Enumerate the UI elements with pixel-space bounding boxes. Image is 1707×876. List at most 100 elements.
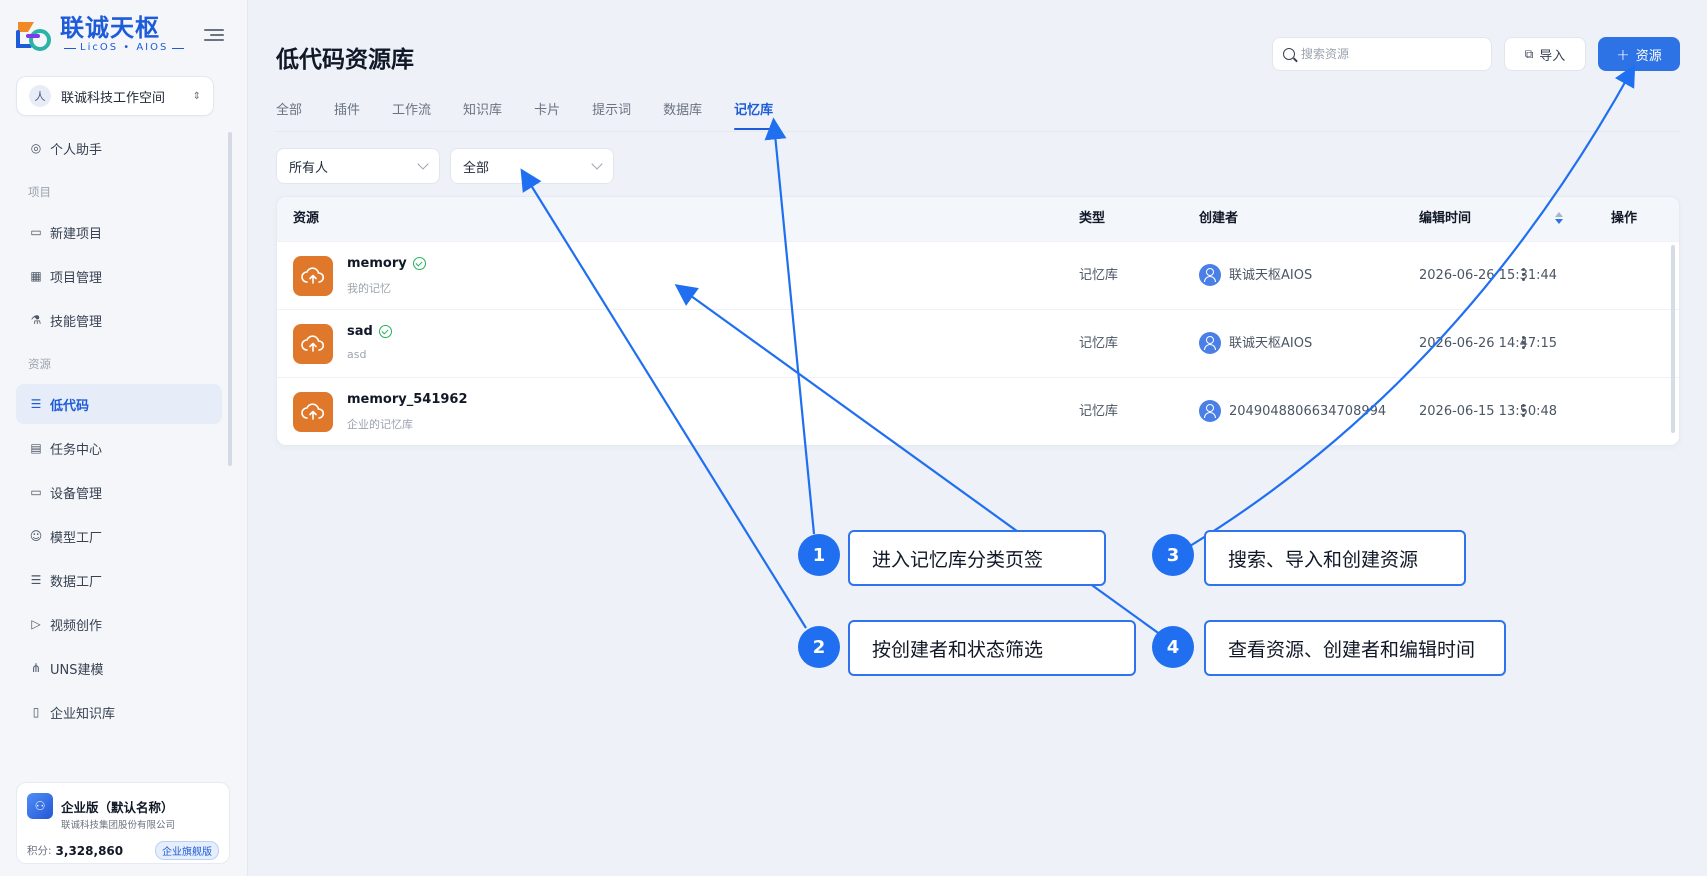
brand-logo[interactable]: 联诚天枢 LicOS • AIOS	[14, 14, 188, 54]
sidebar-item-label: 低代码	[50, 398, 90, 414]
points-value: 3,328,860	[55, 843, 124, 858]
resource-tabs: 全部 插件 工作流 知识库 卡片 提示词 数据库 记忆库	[276, 98, 805, 132]
sidebar-item[interactable]: ▯ 企业知识库	[16, 692, 222, 732]
sidebar-item[interactable]: ⚗ 技能管理	[16, 300, 222, 340]
page-title: 低代码资源库	[276, 47, 414, 73]
sidebar-item[interactable]: ◎ 个人助手	[16, 128, 222, 168]
resource-name-wrap[interactable]: memory_541962	[347, 392, 468, 407]
sidebar-item[interactable]: ☰ 低代码	[16, 384, 222, 424]
brand-mark-icon	[14, 14, 54, 54]
creator-cell: 联诚天枢AIOS	[1199, 242, 1312, 310]
sidebar-item[interactable]: ▭ 设备管理	[16, 472, 222, 512]
sidebar-item-label: 企业知识库	[50, 706, 116, 722]
table-scrollbar[interactable]	[1671, 245, 1675, 433]
grid-icon: ▦	[30, 269, 42, 283]
sort-icon[interactable]	[1555, 212, 1563, 226]
video-icon: ▷	[31, 617, 41, 631]
tab[interactable]: 卡片	[534, 98, 560, 132]
tab[interactable]: 数据库	[663, 98, 702, 132]
resource-desc: 企业的记忆库	[347, 418, 413, 431]
creator-cell: 2049048806634708994	[1199, 378, 1387, 445]
tab[interactable]: 知识库	[463, 98, 502, 132]
status-filter-select[interactable]: 全部	[450, 148, 614, 184]
sidebar-nav: ◎ 个人助手 项目 ▭ 新建项目 ▦ 项目管理 ⚗ 技能管理 资源 ☰ 低代码 ▤ 任务中心 ▭ 设备管理 ☺ 模…	[16, 128, 222, 736]
column-header-actions: 操作	[1611, 211, 1638, 226]
nav-section-label: 资源	[28, 357, 51, 371]
resource-desc: asd	[347, 348, 367, 361]
chevron-down-icon	[591, 158, 603, 170]
owner-filter-select[interactable]: 所有人	[276, 148, 440, 184]
sidebar-item-label: 技能管理	[50, 314, 103, 330]
column-header-edit-time[interactable]: 编辑时间	[1419, 197, 1471, 241]
annotation-badge-2: 2	[798, 626, 840, 668]
tab[interactable]: 记忆库	[734, 98, 774, 132]
annotation-badge-4: 4	[1152, 626, 1194, 668]
annotation-badge-1: 1	[798, 534, 840, 576]
plan-name: 企业版（默认名称）	[61, 799, 174, 815]
edit-time: 2026-06-15 13:50:48	[1419, 404, 1558, 419]
status-filter-value: 全部	[463, 160, 490, 176]
tabs-divider	[276, 131, 1680, 132]
annotation-badge-3: 3	[1152, 534, 1194, 576]
search-box[interactable]	[1272, 37, 1492, 71]
sidebar-item-label: 设备管理	[50, 486, 103, 502]
sidebar-item-label: 任务中心	[50, 442, 103, 458]
annotation-callout-3: 搜索、导入和创建资源	[1204, 530, 1466, 586]
sidebar-item[interactable]: ▷ 视频创作	[16, 604, 222, 644]
laptop-icon: ▭	[30, 485, 42, 499]
sidebar-item[interactable]: ▤ 任务中心	[16, 428, 222, 468]
tab[interactable]: 全部	[276, 98, 302, 132]
creator-name: 联诚天枢AIOS	[1229, 336, 1313, 351]
sidebar-item-label: 项目管理	[50, 270, 103, 286]
cloud-upload-icon	[293, 256, 333, 296]
table-row[interactable]: memory_541962 企业的记忆库 记忆库 204904880663470899…	[277, 377, 1679, 445]
brand-subtitle: LicOS • AIOS	[60, 42, 188, 54]
sidebar-item[interactable]: ▦ 项目管理	[16, 256, 222, 296]
import-button[interactable]: ⧉ 导入	[1504, 37, 1586, 71]
flask-icon: ⚗	[30, 313, 42, 327]
sidebar-scrollbar[interactable]	[228, 132, 232, 466]
more-vertical-icon[interactable]	[1522, 268, 1526, 284]
monitor-icon: ▭	[30, 225, 42, 239]
table-row[interactable]: memory 我的记忆 记忆库 联诚天枢AIOS 2026-06-26 15:31:44	[277, 241, 1679, 309]
plan-badge: 企业旗舰版	[155, 841, 219, 860]
collapse-sidebar-icon[interactable]	[204, 26, 224, 44]
workspace-name: 联诚科技工作空间	[61, 90, 166, 106]
column-header-creator: 创建者	[1199, 211, 1239, 226]
sidebar-item[interactable]: ▭ 新建项目	[16, 212, 222, 252]
search-input[interactable]	[1301, 47, 1471, 61]
creator-name: 2049048806634708994	[1229, 404, 1387, 419]
annotation-callout-4: 查看资源、创建者和编辑时间	[1204, 620, 1506, 676]
create-resource-button[interactable]: + 资源	[1598, 37, 1680, 71]
tab[interactable]: 插件	[334, 98, 360, 132]
points-label: 积分:	[27, 845, 52, 857]
sidebar-item-label: 数据工厂	[50, 574, 103, 590]
more-vertical-icon[interactable]	[1522, 336, 1526, 352]
more-vertical-icon[interactable]	[1522, 404, 1526, 420]
sidebar-item[interactable]: ⋔ UNS建模	[16, 648, 222, 688]
edit-time: 2026-06-26 14:47:15	[1419, 336, 1558, 351]
column-header-type: 类型	[1079, 211, 1106, 226]
resource-name-wrap[interactable]: memory	[347, 256, 426, 271]
cloud-upload-icon	[293, 324, 333, 364]
resource-name-wrap[interactable]: sad	[347, 324, 392, 339]
plan-card[interactable]: ⚇ 企业版（默认名称） 联诚科技集团股份有限公司 积分: 3,328,860 企…	[16, 782, 230, 864]
plan-org: 联诚科技集团股份有限公司	[61, 820, 176, 831]
tab[interactable]: 工作流	[392, 98, 431, 132]
sidebar-item[interactable]: ☺ 模型工厂	[16, 516, 222, 556]
sidebar: 联诚天枢 LicOS • AIOS 人 联诚科技工作空间 ⇕ ◎ 个人助手 项目 ▭ 新…	[0, 0, 248, 876]
sidebar-item-label: 模型工厂	[50, 530, 103, 546]
import-label: 导入	[1539, 48, 1566, 64]
workspace-switcher[interactable]: 人 联诚科技工作空间 ⇕	[16, 76, 214, 116]
creator-name: 联诚天枢AIOS	[1229, 268, 1313, 283]
workspace-avatar: 人	[29, 85, 51, 107]
resource-type: 记忆库	[1079, 336, 1119, 351]
sidebar-item[interactable]: ☰ 数据工厂	[16, 560, 222, 600]
search-icon	[1283, 48, 1295, 60]
table-row[interactable]: sad asd 记忆库 联诚天枢AIOS 2026-06-26 14:47:15	[277, 309, 1679, 377]
tab[interactable]: 提示词	[592, 98, 631, 132]
creator-cell: 联诚天枢AIOS	[1199, 310, 1312, 378]
resource-desc: 我的记忆	[347, 282, 391, 295]
brand-title: 联诚天枢	[60, 14, 160, 42]
user-avatar-icon	[1199, 399, 1221, 422]
